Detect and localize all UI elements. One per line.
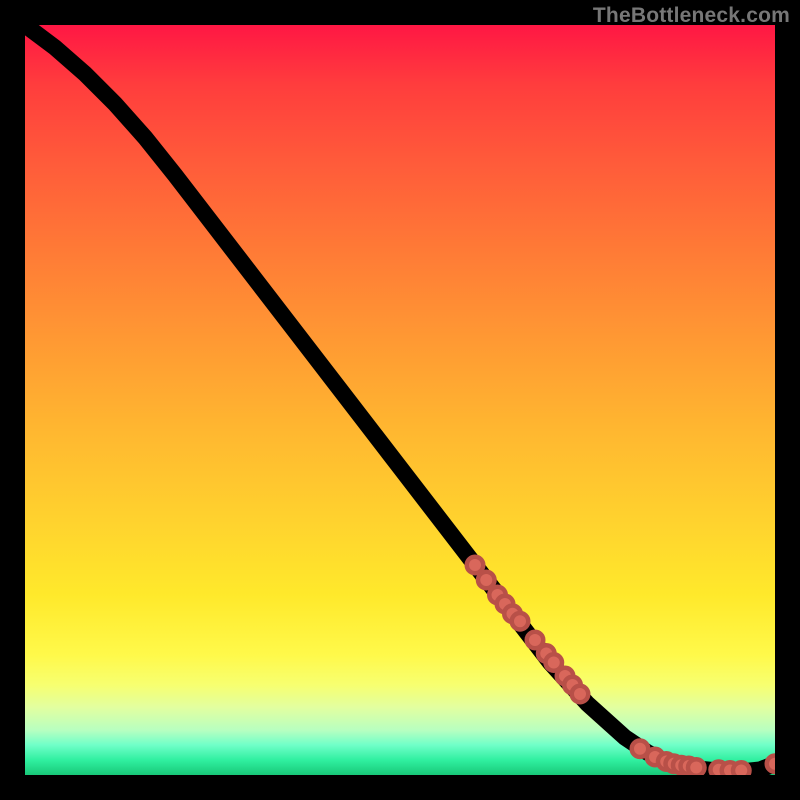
bottleneck-curve	[25, 25, 775, 771]
data-point	[767, 756, 775, 773]
plot-area	[25, 25, 775, 775]
data-point	[688, 759, 705, 775]
chart-svg	[25, 25, 775, 775]
data-point	[478, 572, 495, 589]
data-point	[512, 613, 529, 630]
data-point	[572, 686, 589, 702]
chart-frame: TheBottleneck.com	[0, 0, 800, 800]
data-point	[733, 762, 750, 775]
data-point	[467, 557, 484, 574]
